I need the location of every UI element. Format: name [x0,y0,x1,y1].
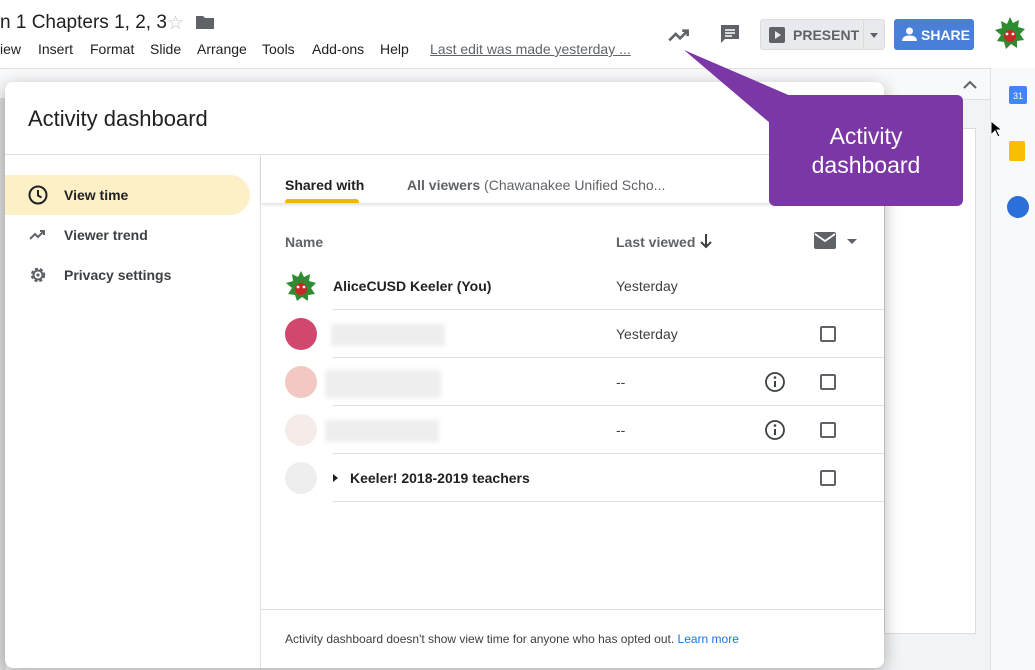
column-header-last-viewed[interactable]: Last viewed [616,234,695,250]
last-edit-link[interactable]: Last edit was made yesterday ... [430,41,631,57]
tasks-icon[interactable] [1007,196,1029,218]
info-icon[interactable] [764,371,786,393]
menu-insert[interactable]: Insert [38,41,73,57]
row-checkbox[interactable] [820,422,836,438]
tab-label: All viewers [407,177,481,193]
blurred-name [325,420,439,442]
table-row: AliceCUSD Keeler (You) Yesterday [261,262,884,310]
info-icon[interactable] [764,419,786,441]
avatar [285,462,317,494]
row-checkbox[interactable] [820,326,836,342]
menu-slide[interactable]: Slide [150,41,181,57]
learn-more-link[interactable]: Learn more [678,632,739,646]
table-row: -- [261,358,884,406]
activity-dashboard-icon[interactable] [666,22,692,48]
arrow-down-icon[interactable] [699,232,713,250]
callout-line-1: Activity [829,123,903,149]
blurred-name [331,324,445,346]
row-checkbox[interactable] [820,470,836,486]
last-viewed-value: Yesterday [616,278,678,294]
present-icon [769,27,785,43]
menu-help[interactable]: Help [380,41,409,57]
menu-arrange[interactable]: Arrange [197,41,247,57]
table-row: Yesterday [261,310,884,358]
activity-dashboard-dialog: Activity dashboard View time Viewer tren… [5,82,884,668]
menu-tools[interactable]: Tools [262,41,295,57]
avatar [285,414,317,446]
share-button[interactable]: SHARE [894,19,974,50]
app-header: n 1 Chapters 1, 2, 3 ☆ iew Insert Format… [0,0,1035,68]
account-avatar[interactable] [994,16,1026,50]
present-dropdown[interactable] [864,19,885,50]
tab-sublabel: (Chawanakee Unified Scho... [484,177,666,193]
present-label: PRESENT [793,27,860,43]
gear-icon [30,267,46,283]
group-name: Keeler! 2018-2019 teachers [350,470,530,486]
trending-up-icon [29,230,45,240]
row-divider [333,501,884,502]
tab-shared-with[interactable]: Shared with [285,177,364,193]
person-icon [902,27,917,41]
comment-icon[interactable] [718,22,742,46]
expand-caret-icon[interactable] [333,474,338,482]
folder-icon[interactable] [196,15,214,29]
row-checkbox[interactable] [820,374,836,390]
mouse-cursor-icon [990,120,1002,138]
star-icon[interactable]: ☆ [167,12,184,35]
email-dropdown-icon[interactable] [847,239,857,244]
nav-item-label: View time [64,187,129,203]
avatar [285,366,317,398]
blurred-name [325,370,441,398]
menu-addons[interactable]: Add-ons [312,41,364,57]
document-title[interactable]: n 1 Chapters 1, 2, 3 [0,12,167,34]
table-row-group: Keeler! 2018-2019 teachers [261,454,884,502]
avatar [286,271,316,301]
menu-format[interactable]: Format [90,41,134,57]
email-icon[interactable] [814,232,836,249]
footer-text: Activity dashboard doesn't show view tim… [285,632,675,646]
share-label: SHARE [921,27,971,43]
calendar-icon[interactable]: 31 [1009,86,1027,104]
footer-divider [261,609,884,610]
callout-annotation: Activity dashboard [769,95,963,206]
last-viewed-value: -- [616,374,626,390]
table-row: -- [261,406,884,454]
nav-item-label: Privacy settings [64,267,172,283]
menu-view[interactable]: iew [0,41,21,57]
callout-line-2: dashboard [811,152,921,178]
callout-text: Activity dashboard [769,122,963,180]
active-tab-indicator [285,199,359,203]
column-header-name: Name [285,234,324,250]
nav-item-label: Viewer trend [64,227,148,243]
last-viewed-value: Yesterday [616,326,678,342]
viewer-name: AliceCUSD Keeler (You) [333,278,492,294]
dialog-nav: View time Viewer trend Privacy settings [5,155,261,668]
last-viewed-value: -- [616,422,626,438]
tab-all-viewers[interactable]: All viewers (Chawanakee Unified Scho... [407,177,665,193]
nav-item-viewer-trend[interactable]: Viewer trend [5,215,250,255]
dialog-title: Activity dashboard [28,106,208,131]
avatar [285,318,317,350]
present-button[interactable]: PRESENT [760,19,864,50]
nav-item-view-time[interactable]: View time [5,175,250,215]
clock-icon [28,185,48,205]
nav-item-privacy-settings[interactable]: Privacy settings [5,255,250,295]
footer-note: Activity dashboard doesn't show view tim… [285,632,739,646]
chevron-up-icon[interactable] [962,78,978,90]
keep-icon[interactable] [1009,141,1025,161]
